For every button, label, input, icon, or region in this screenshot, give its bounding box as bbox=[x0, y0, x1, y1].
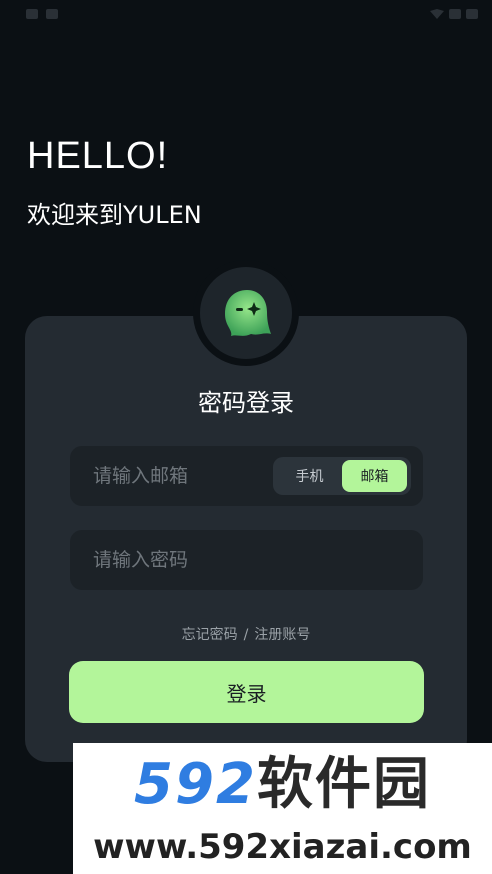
greeting-subtitle: 欢迎来到YULEN bbox=[27, 201, 202, 229]
login-screen: HELLO! 欢迎来到YULEN 密码登录 手机 邮箱 bbox=[0, 0, 492, 874]
link-separator: / bbox=[243, 627, 249, 643]
ghost-mascot-icon bbox=[225, 290, 271, 336]
password-field bbox=[70, 530, 423, 590]
watermark-logo: 592软件园 bbox=[73, 753, 492, 817]
watermark: 592软件园 www.592xiazai.com bbox=[73, 743, 492, 874]
account-links: 忘记密码 / 注册账号 bbox=[0, 624, 492, 646]
battery-icon bbox=[466, 9, 478, 19]
toggle-phone[interactable]: 手机 bbox=[277, 460, 342, 492]
email-field: 手机 邮箱 bbox=[70, 446, 423, 506]
status-right bbox=[430, 9, 478, 19]
watermark-url: www.592xiazai.com bbox=[93, 827, 472, 867]
register-link[interactable]: 注册账号 bbox=[254, 627, 310, 643]
status-bar bbox=[0, 0, 492, 28]
toggle-email[interactable]: 邮箱 bbox=[342, 460, 407, 492]
notification-icon bbox=[26, 9, 38, 19]
avatar bbox=[200, 267, 292, 359]
notification-icon bbox=[46, 9, 58, 19]
password-input[interactable] bbox=[70, 530, 400, 590]
login-method-toggle: 手机 邮箱 bbox=[273, 457, 411, 495]
signal-icon bbox=[449, 9, 461, 19]
greeting-title: HELLO! bbox=[27, 135, 169, 177]
avatar-ring bbox=[193, 260, 299, 366]
login-button[interactable]: 登录 bbox=[69, 661, 424, 723]
watermark-text: 软件园 bbox=[256, 752, 431, 817]
email-input[interactable] bbox=[70, 446, 270, 506]
forgot-password-link[interactable]: 忘记密码 bbox=[182, 627, 238, 643]
wifi-icon bbox=[430, 9, 444, 19]
watermark-number: 592 bbox=[134, 752, 257, 817]
login-title: 密码登录 bbox=[198, 389, 294, 417]
status-left bbox=[26, 9, 58, 19]
